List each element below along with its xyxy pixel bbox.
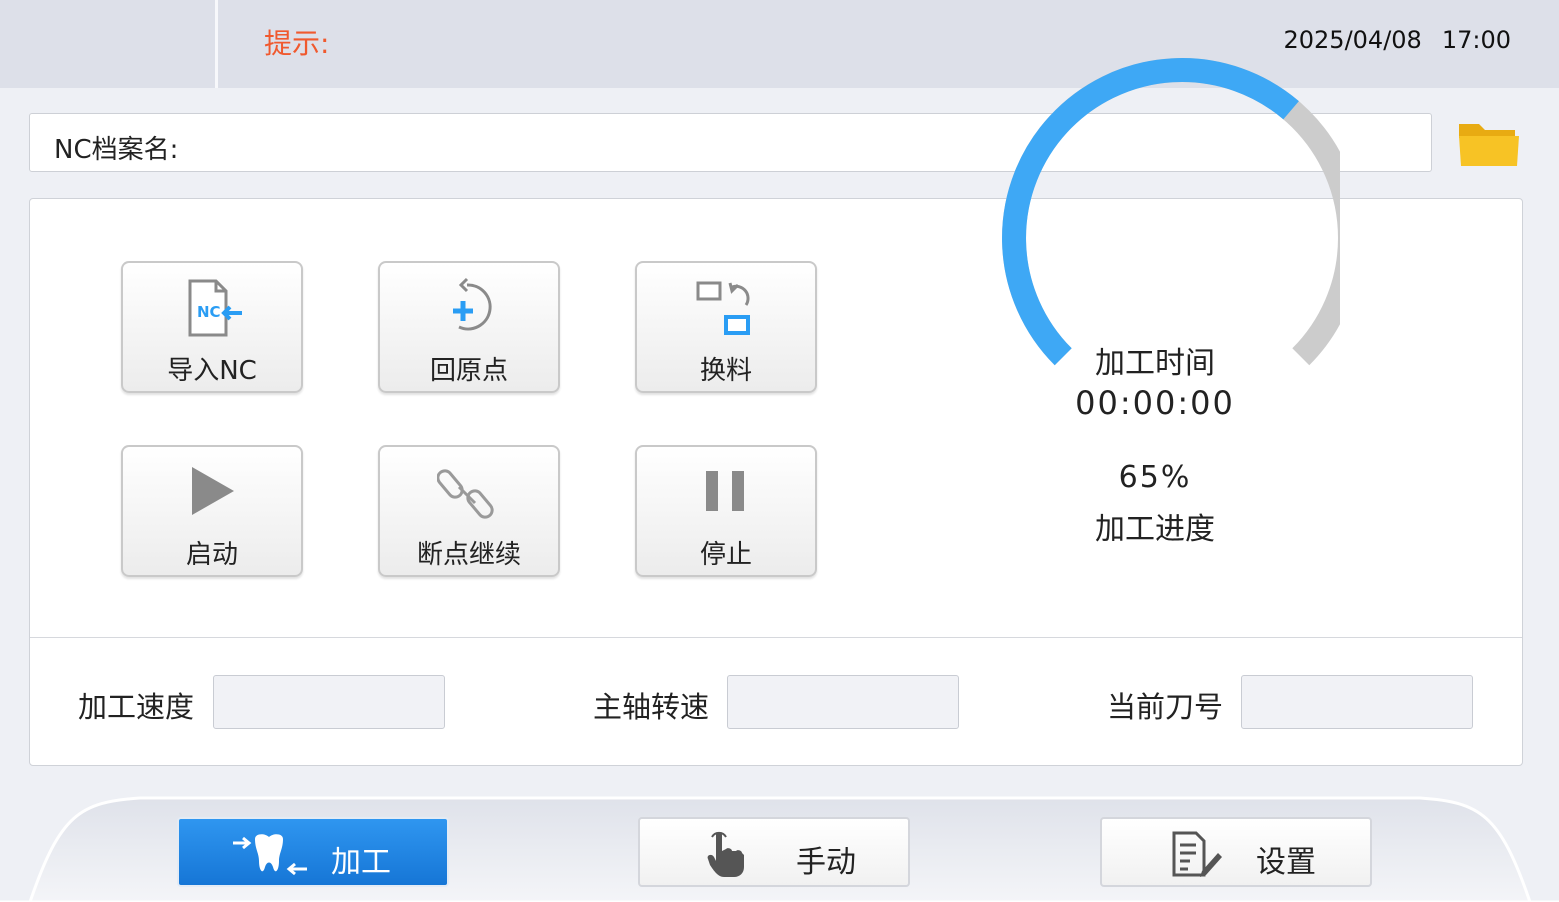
tooth-icon [233,834,307,876]
return-home-icon [453,277,492,331]
gauge-fill [1002,58,1299,366]
current-tool-label: 当前刀号 [1107,690,1224,724]
spindle-speed-label: 主轴转速 [593,690,710,724]
link-icon [437,469,494,519]
folder-icon [1459,124,1519,166]
import-nc-label: 导入NC [167,356,257,386]
start-label: 启动 [185,540,238,570]
start-button[interactable]: 启动 [121,445,303,577]
play-icon [192,467,234,515]
open-folder-button[interactable] [1455,116,1523,172]
resume-breakpoint-label: 断点继续 [416,540,521,570]
nc-file-label: NC档案名: [54,135,179,165]
time-value: 00:00:00 [1075,384,1235,422]
resume-breakpoint-button[interactable]: 断点继续 [378,445,560,577]
import-nc-button[interactable]: NC 导入NC [121,261,303,393]
nav-settings-label: 设置 [1256,845,1316,880]
date-text: 2025/04/08 [1283,26,1422,54]
pause-icon [706,471,744,511]
feed-speed-label: 加工速度 [78,690,195,724]
datetime: 2025/04/08 17:00 [1284,26,1512,54]
top-bar-divider [215,0,218,88]
spindle-speed-field [727,675,959,729]
panel-separator [30,637,1522,638]
current-tool-field [1241,675,1473,729]
return-home-button[interactable]: 回原点 [378,261,560,393]
change-material-button[interactable]: 换料 [635,261,817,393]
nav-manual-button[interactable]: 手动 [638,817,910,887]
nav-machining-label: 加工 [331,845,391,880]
svg-text:NC: NC [197,303,221,321]
hint-label: 提示: [264,27,330,60]
stop-button[interactable]: 停止 [635,445,817,577]
return-home-label: 回原点 [429,356,508,386]
progress-percent: 65% [1118,460,1192,495]
stop-label: 停止 [699,540,752,570]
change-material-label: 换料 [699,356,752,386]
feed-speed-field [213,675,445,729]
hand-pointer-icon [707,831,744,877]
nav-manual-label: 手动 [796,845,856,880]
import-nc-icon: NC [188,279,242,337]
time-label: 加工时间 [1095,346,1215,381]
change-material-icon [696,281,750,335]
nav-settings-button[interactable]: 设置 [1100,817,1372,887]
nav-machining-button[interactable]: 加工 [177,817,449,887]
time-text: 17:00 [1441,26,1511,54]
progress-label: 加工进度 [1095,512,1215,547]
document-edit-icon [1172,831,1222,877]
